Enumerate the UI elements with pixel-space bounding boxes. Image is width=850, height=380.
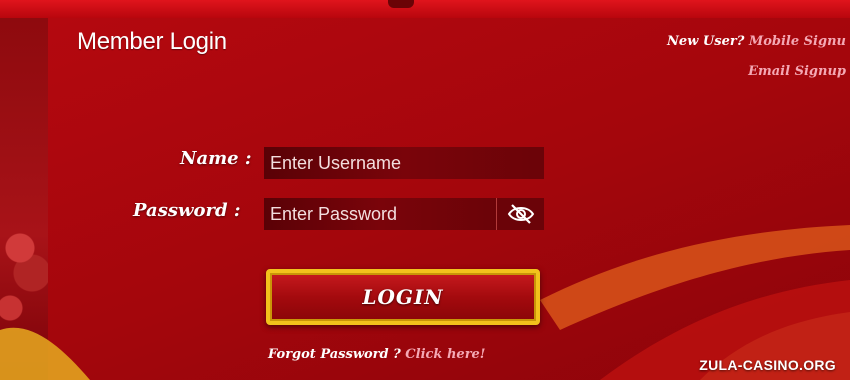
eye-slash-icon (507, 204, 534, 224)
mobile-signup-link[interactable]: Mobile Signu (749, 34, 846, 49)
password-visibility-toggle[interactable] (496, 198, 544, 230)
login-button[interactable]: LOGIN (266, 269, 540, 325)
password-input[interactable] (264, 198, 496, 230)
forgot-password-text: Forgot Password ? (268, 347, 401, 362)
username-input[interactable] (264, 147, 544, 179)
new-user-text: New User? (667, 34, 745, 49)
watermark: ZULA-CASINO.ORG (699, 357, 836, 373)
password-label: Password : (133, 200, 241, 221)
top-notch (388, 0, 414, 8)
email-signup-link[interactable]: Email Signup (748, 64, 846, 79)
forgot-password-link[interactable]: Click here! (405, 347, 485, 362)
page-title: Member Login (77, 28, 227, 55)
login-screen: Member Login New User? Mobile Signu Emai… (0, 0, 850, 380)
left-decoration (0, 18, 48, 380)
username-label: Name : (180, 148, 252, 169)
forgot-password: Forgot Password ? Click here! (268, 347, 486, 362)
top-strip (0, 0, 850, 18)
signup-links: New User? Mobile Signu (667, 34, 846, 49)
